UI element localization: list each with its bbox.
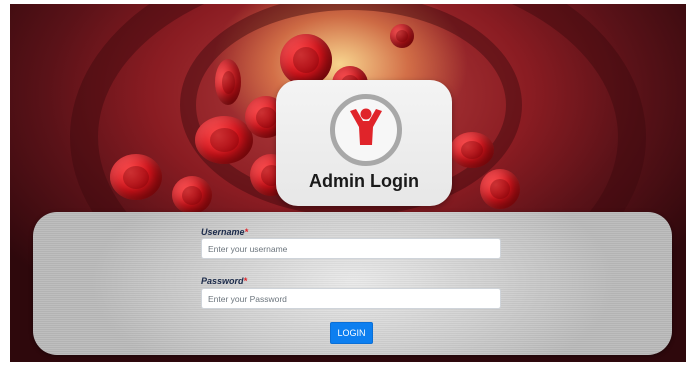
username-label: Username* <box>201 227 248 237</box>
logo-figure <box>350 108 382 145</box>
person-arms-raised-icon <box>330 94 402 166</box>
login-header-card: Admin Login <box>276 80 452 206</box>
blood-cell <box>110 154 162 200</box>
blood-cell <box>390 24 414 48</box>
password-label-text: Password <box>201 276 244 286</box>
login-form-panel: Username* Password* LOGIN <box>33 212 672 355</box>
blood-cell <box>215 59 241 105</box>
password-label: Password* <box>201 276 247 286</box>
blood-cell <box>280 34 332 86</box>
login-button[interactable]: LOGIN <box>330 322 373 344</box>
username-input[interactable] <box>201 238 501 259</box>
blood-cell <box>172 176 212 214</box>
page-title: Admin Login <box>309 171 419 191</box>
required-marker: * <box>243 276 248 286</box>
blood-cell <box>480 169 520 209</box>
required-marker: * <box>244 227 249 237</box>
blood-cell <box>195 116 253 164</box>
password-input[interactable] <box>201 288 501 309</box>
blood-cell <box>450 132 494 168</box>
username-label-text: Username <box>201 227 245 237</box>
